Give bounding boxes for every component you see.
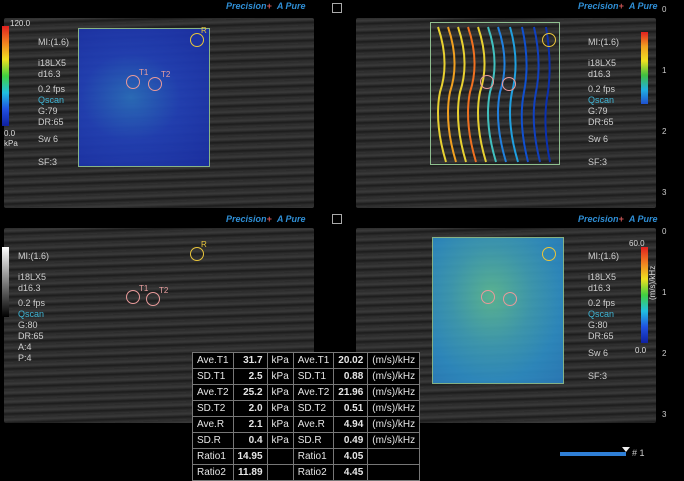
roi-target-2[interactable] [148, 77, 162, 91]
cine-progress-bar[interactable] [560, 452, 626, 456]
roi-target-1[interactable] [480, 75, 494, 89]
roi-reference[interactable] [190, 247, 204, 261]
grayscale-bar [2, 247, 9, 317]
result-value-kpa: 2.1 [232, 416, 268, 433]
result-unit-kpa: kPa [266, 432, 294, 449]
measurement-results-table: Ave.T1 31.7 kPa Ave.T1 20.02 (m/s)/kHz SD.T1 2.… [192, 352, 421, 481]
table-row: SD.T2 2.0 kPa SD.T2 0.51 (m/s)/kHz [192, 400, 421, 417]
result-value-kpa: 14.95 [232, 448, 268, 465]
result-unit-kpa: kPa [266, 384, 294, 401]
scale-bottom-value-q4: 0.0 [635, 346, 647, 355]
result-value-velocity: 4.94 [333, 416, 369, 433]
result-unit-velocity: (m/s)/kHz [367, 400, 421, 417]
result-unit-kpa: kPa [266, 352, 294, 369]
params-block-q4: MI:(1.6) i18LX5 d16.3 0.2 fps Qscan G:80… [588, 251, 620, 381]
brand-label-bottom-left: Precision+ A Pure [226, 214, 306, 224]
table-row: SD.T1 2.5 kPa SD.T1 0.88 (m/s)/kHz [192, 368, 421, 385]
params-block-q2: MI:(1.6) i18LX5 d16.3 0.2 fps Qscan G:79… [588, 37, 620, 167]
params-block-q1: MI:(1.6) i18LX5 d16.3 0.2 fps Qscan G:79… [38, 37, 70, 167]
propagation-colorbar [641, 32, 648, 104]
cine-marker-icon[interactable] [622, 447, 630, 452]
result-label-kpa: Ave.R [192, 416, 234, 433]
table-row: Ratio1 14.95 Ratio1 4.05 [192, 448, 421, 465]
result-unit-velocity: (m/s)/kHz [367, 416, 421, 433]
velocity-colorbar [641, 247, 648, 343]
result-label-kpa: SD.R [192, 432, 234, 449]
result-unit-velocity: (m/s)/kHz [367, 368, 421, 385]
depth-scale-q4: 0 1 2 3 [662, 227, 667, 419]
roi-label-r: R [201, 26, 207, 35]
roi-label-t2: T2 [161, 70, 171, 79]
result-unit-kpa: kPa [266, 368, 294, 385]
result-label-velocity: SD.R [292, 432, 335, 449]
result-label-velocity: SD.T2 [292, 400, 335, 417]
roi-target-1[interactable] [126, 75, 140, 89]
result-value-kpa: 2.5 [232, 368, 268, 385]
roi-reference[interactable] [542, 33, 556, 47]
elastography-overlay [78, 28, 210, 167]
roi-reference[interactable] [190, 33, 204, 47]
result-label-velocity: Ratio1 [292, 448, 335, 465]
layout-icon[interactable] [332, 3, 342, 13]
result-value-kpa: 25.2 [232, 384, 268, 401]
result-value-kpa: 0.4 [232, 432, 268, 449]
scale-top-value-q4: 60.0 [629, 239, 645, 248]
brand-label-top-left: Precision+ A Pure [226, 1, 306, 11]
table-row: SD.R 0.4 kPa SD.R 0.49 (m/s)/kHz [192, 432, 421, 449]
table-row: Ave.T2 25.2 kPa Ave.T2 21.96 (m/s)/kHz [192, 384, 421, 401]
roi-target-2[interactable] [503, 292, 517, 306]
table-row: Ave.R 2.1 kPa Ave.R 4.94 (m/s)/kHz [192, 416, 421, 433]
result-unit-kpa [266, 448, 294, 465]
roi-label-t2: T2 [159, 286, 169, 295]
scale-unit: kPa [4, 139, 18, 148]
result-value-kpa: 2.0 [232, 400, 268, 417]
scale-top-value: 120.0 [10, 19, 31, 28]
result-label-kpa: Ave.T1 [192, 352, 234, 369]
result-label-velocity: SD.T1 [292, 368, 335, 385]
roi-target-2[interactable] [502, 77, 516, 91]
params-block-q3: MI:(1.6) i18LX5 d16.3 0.2 fps Qscan G:80… [18, 251, 50, 363]
brand-label-top-right: Precision+ A Pure [578, 1, 658, 11]
result-unit-velocity: (m/s)/kHz [367, 432, 421, 449]
result-unit-velocity: (m/s)/kHz [367, 384, 421, 401]
roi-target-2[interactable] [146, 292, 160, 306]
roi-reference[interactable] [542, 247, 556, 261]
result-value-velocity: 21.96 [333, 384, 369, 401]
result-value-velocity: 0.51 [333, 400, 369, 417]
result-label-velocity: Ave.T1 [292, 352, 335, 369]
roi-target-1[interactable] [481, 290, 495, 304]
result-unit-velocity [367, 448, 421, 465]
stiffness-colorbar [2, 26, 9, 126]
result-unit-kpa: kPa [266, 400, 294, 417]
layout-icon[interactable] [332, 214, 342, 224]
result-label-kpa: SD.T1 [192, 368, 234, 385]
result-label-kpa: SD.T2 [192, 400, 234, 417]
result-label-kpa: Ratio1 [192, 448, 234, 465]
result-label-velocity: Ave.R [292, 416, 335, 433]
roi-label-r: R [201, 240, 207, 249]
table-row: Ave.T1 31.7 kPa Ave.T1 20.02 (m/s)/kHz [192, 352, 421, 369]
roi-label-t1: T1 [139, 68, 149, 77]
result-value-velocity: 4.05 [333, 448, 369, 465]
result-unit-velocity: (m/s)/kHz [367, 352, 421, 369]
scale-unit-q4: (m/s)/kHz [648, 265, 657, 300]
roi-label-t1: T1 [139, 284, 149, 293]
propagation-map [430, 22, 560, 165]
page-indicator: # 1 [632, 448, 645, 458]
result-label-kpa: Ave.T2 [192, 384, 234, 401]
result-value-kpa: 31.7 [232, 352, 268, 369]
brand-label-bottom-right: Precision+ A Pure [578, 214, 658, 224]
roi-target-1[interactable] [126, 290, 140, 304]
scale-bottom-value: 0.0 [4, 129, 16, 138]
result-label-velocity: Ave.T2 [292, 384, 335, 401]
depth-scale-q2: 0 1 2 3 [662, 5, 667, 197]
result-value-velocity: 0.49 [333, 432, 369, 449]
result-value-velocity: 0.88 [333, 368, 369, 385]
result-unit-kpa: kPa [266, 416, 294, 433]
result-value-velocity: 20.02 [333, 352, 369, 369]
